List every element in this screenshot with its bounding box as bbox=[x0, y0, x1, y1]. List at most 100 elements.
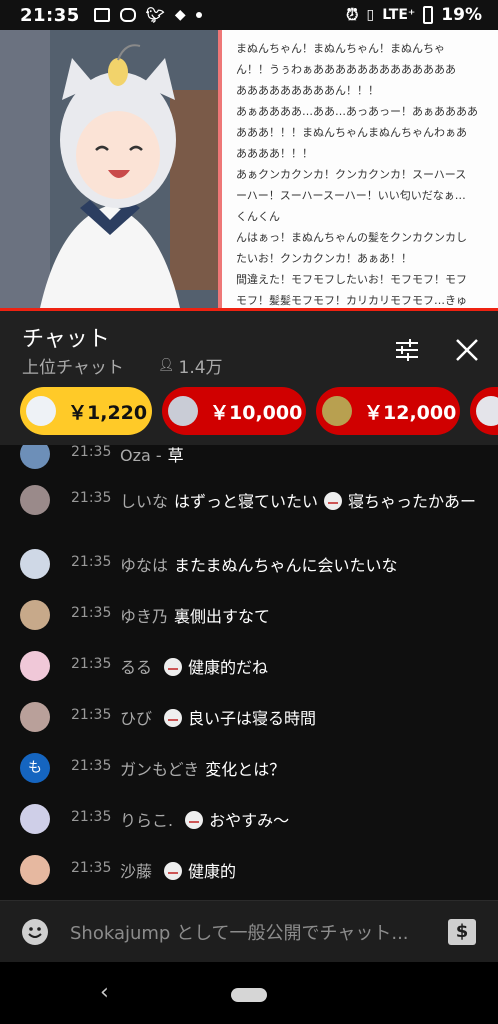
message-text: 健康的だね bbox=[188, 658, 269, 677]
home-pill-icon[interactable] bbox=[231, 988, 267, 1002]
caption-line: ん！！うぅわぁあああああああああああああ bbox=[236, 63, 456, 76]
avatar bbox=[476, 396, 498, 426]
chat-input-bar: Shokajump として一般公開でチャット... $ bbox=[0, 900, 498, 963]
message-timestamp: 21:35 bbox=[71, 554, 112, 570]
superchat-ticker: ￥1,220 ￥10,000 ￥12,000 bbox=[0, 381, 498, 445]
message-timestamp: 21:35 bbox=[71, 656, 112, 672]
viewer-count: 👤︎ 1.4万 bbox=[158, 353, 223, 378]
message-author[interactable]: りらこ. bbox=[120, 811, 173, 830]
message-author[interactable]: ゆき乃 bbox=[120, 607, 168, 626]
caption-panel: まぬんちゃん！まぬんちゃん！まぬんちゃ ん！！うぅわぁああああああああああああああ… bbox=[218, 30, 498, 308]
message-timestamp: 21:35 bbox=[71, 809, 112, 825]
member-emoji-icon bbox=[164, 862, 183, 880]
avatar bbox=[20, 702, 50, 732]
message-author[interactable]: ひび bbox=[120, 709, 152, 728]
avatar: も bbox=[20, 753, 50, 783]
member-emoji-icon bbox=[324, 492, 343, 510]
member-emoji-icon bbox=[164, 658, 183, 676]
video-player[interactable]: まぬんちゃん！まぬんちゃん！まぬんちゃ ん！！うぅわぁああああああああああああああ… bbox=[0, 30, 498, 308]
photo-icon bbox=[93, 8, 110, 22]
message-text: 変化とは？ bbox=[205, 760, 286, 779]
caption-line: たいお！クンカクンカ！あぁあ！！ bbox=[236, 252, 412, 265]
caption-line: くんくん bbox=[236, 210, 280, 223]
caption-line: モフ！髪髪モフモフ！カリカリモフモフ…きゅ bbox=[236, 294, 467, 307]
app-icon: ◆ bbox=[174, 7, 186, 23]
message-timestamp: 21:35 bbox=[71, 490, 112, 506]
message-text: はずっと寝ていたい bbox=[174, 492, 319, 511]
message-text: 草 bbox=[167, 446, 184, 465]
status-time: 21:35 bbox=[20, 4, 80, 26]
smile-icon[interactable] bbox=[22, 919, 48, 945]
chat-input[interactable]: Shokajump として一般公開でチャット... bbox=[70, 919, 438, 945]
close-icon bbox=[456, 339, 478, 361]
superchat-amount: ￥12,000 bbox=[364, 401, 457, 424]
message-text: 良い子は寝る時間 bbox=[188, 709, 317, 728]
avatar bbox=[168, 396, 198, 426]
caption-line: んはぁっ！まぬんちゃんの髪をクンカクンカし bbox=[236, 231, 467, 244]
viewer-count-label: 1.4万 bbox=[178, 358, 223, 378]
member-emoji-icon bbox=[164, 709, 183, 727]
superchat-amount: ￥10,000 bbox=[210, 401, 303, 424]
navigation-bar: ‹ bbox=[0, 962, 498, 1024]
twitter-icon: 🐦︎ bbox=[145, 6, 165, 24]
caption-line: あぁああああ…ああ…あっあっー！あぁああああ bbox=[236, 105, 478, 118]
avatar bbox=[20, 549, 50, 579]
network-label: LTE⁺ bbox=[382, 7, 416, 23]
caption-line: あぁクンカクンカ！クンカクンカ！スーハース bbox=[236, 168, 467, 181]
message-author[interactable]: ゆなは bbox=[120, 556, 168, 575]
chat-message-list[interactable]: 21:35 Oza - 草 21:35 しいな はずっと寝ていたい 寝ちゃったかあー 21:3… bbox=[0, 445, 498, 900]
vtuber-avatar-image bbox=[0, 30, 218, 308]
chat-title: チャット bbox=[22, 327, 110, 352]
superchat-amount: ￥1,220 bbox=[68, 401, 148, 424]
alarm-icon: ⏰︎ bbox=[345, 5, 359, 24]
message-timestamp: 21:35 bbox=[71, 605, 112, 621]
caption-line: 間違えた！モフモフしたいお！モフモフ！モフ bbox=[236, 273, 467, 286]
superchat-chip[interactable]: ￥12,000 bbox=[316, 387, 460, 435]
superchat-chip[interactable]: ￥1,220 bbox=[20, 387, 152, 435]
avatar bbox=[20, 600, 50, 630]
message-timestamp: 21:35 bbox=[71, 860, 112, 876]
chat-mode-dropdown[interactable]: 上位チャット bbox=[22, 353, 124, 378]
superchat-chip[interactable]: ￥10,000 bbox=[162, 387, 306, 435]
message-author[interactable]: ガンもどき bbox=[120, 760, 199, 779]
caption-line: ああああ！！！ bbox=[236, 147, 313, 160]
message-text: 健康的 bbox=[188, 862, 237, 881]
avatar bbox=[20, 445, 50, 469]
avatar bbox=[322, 396, 352, 426]
message-author[interactable]: 沙藤 bbox=[120, 862, 152, 881]
caption-line: あああああああああん！！！ bbox=[236, 84, 379, 97]
avatar bbox=[20, 651, 50, 681]
line-icon bbox=[119, 8, 136, 22]
message-text: またまぬんちゃんに会いたいな bbox=[174, 556, 398, 575]
battery-icon bbox=[423, 6, 434, 24]
message-author[interactable]: しいな bbox=[120, 492, 168, 511]
message-timestamp: 21:35 bbox=[71, 707, 112, 723]
vibrate-icon: ▯ bbox=[366, 7, 375, 23]
message-author[interactable]: Oza - bbox=[120, 446, 162, 465]
sliders-icon bbox=[396, 339, 418, 361]
avatar bbox=[20, 485, 50, 515]
message-text: 裏側出すなて bbox=[174, 607, 271, 626]
avatar bbox=[26, 396, 56, 426]
status-bar: 21:35 🐦︎ ◆ ⏰︎ ▯ LTE⁺ 19% bbox=[0, 0, 498, 30]
avatar bbox=[20, 855, 50, 885]
back-icon[interactable]: ‹ bbox=[100, 980, 109, 1005]
avatar bbox=[20, 804, 50, 834]
currency-icon[interactable]: $ bbox=[448, 919, 476, 945]
chat-header: チャット 上位チャット 👤︎ 1.4万 bbox=[0, 311, 498, 381]
message-author[interactable]: るる bbox=[120, 658, 152, 677]
battery-label: 19% bbox=[441, 5, 482, 25]
person-icon: 👤︎ bbox=[158, 358, 175, 373]
close-chat-button[interactable] bbox=[452, 335, 482, 365]
notification-dot-icon bbox=[195, 12, 202, 18]
message-text: 寝ちゃったかあー bbox=[348, 492, 477, 511]
caption-line: まぬんちゃん！まぬんちゃん！まぬんちゃ bbox=[236, 42, 445, 55]
superchat-chip[interactable] bbox=[470, 387, 498, 435]
message-text: おやすみ〜 bbox=[209, 811, 290, 830]
filter-button[interactable] bbox=[392, 335, 422, 365]
caption-line: あああ！！！まぬんちゃんまぬんちゃんわぁあ bbox=[236, 126, 467, 139]
member-emoji-icon bbox=[185, 811, 204, 829]
message-timestamp: 21:35 bbox=[71, 758, 112, 774]
message-timestamp: 21:35 bbox=[71, 445, 112, 460]
caption-line: ーハー！スーハースーハー！いい匂いだなぁ… bbox=[236, 189, 466, 202]
